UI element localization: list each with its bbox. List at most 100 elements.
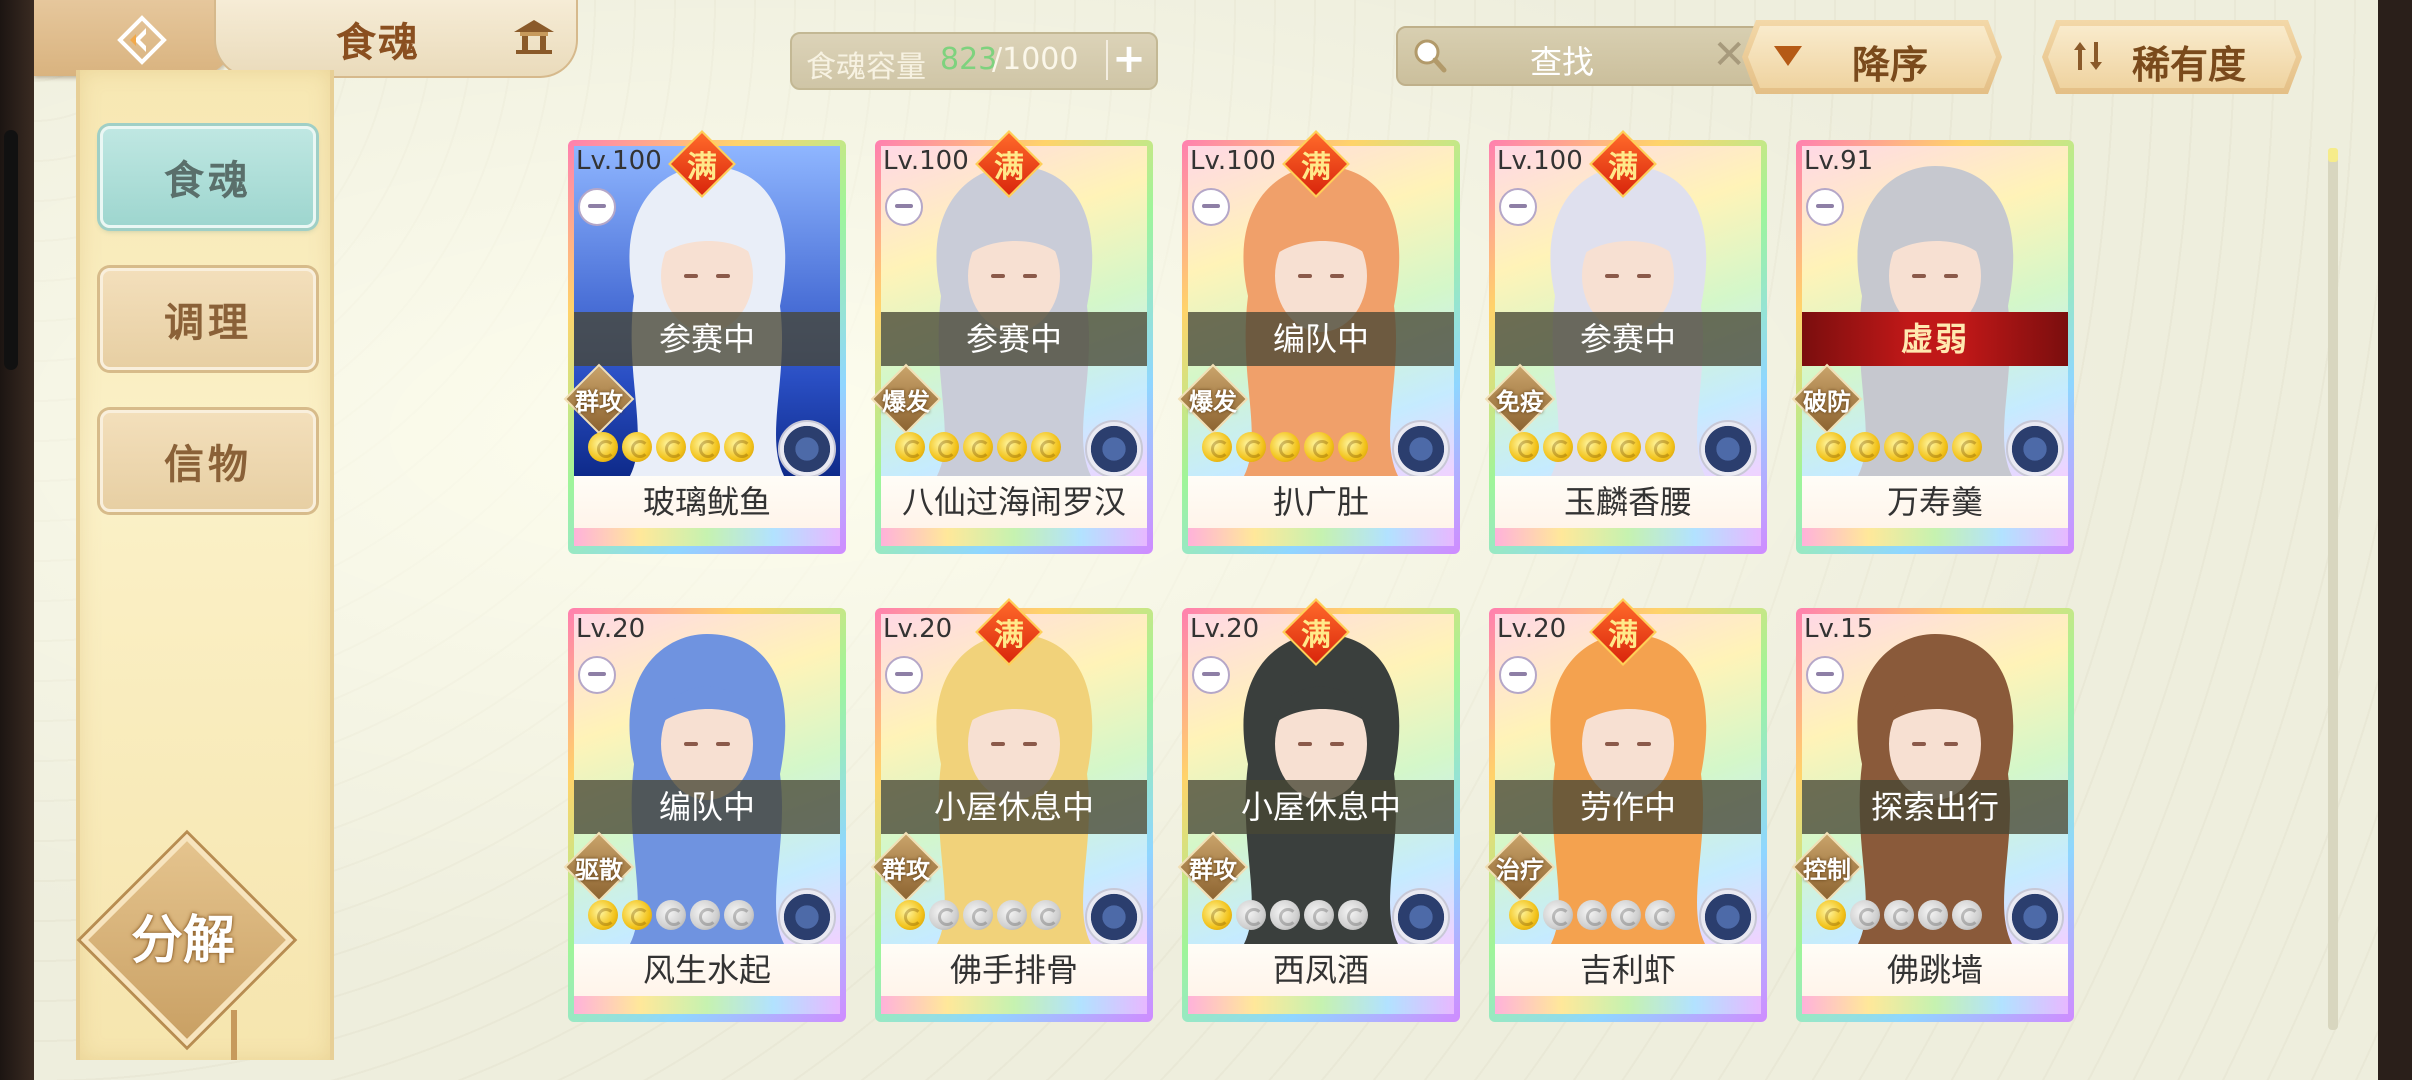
card-level: Lv.100 [576,146,662,176]
card-rarity-strip [881,996,1147,1014]
food-soul-card[interactable]: Lv.100 满参赛中 群攻 玻璃鱿鱼 [563,130,846,554]
capacity-current: 823 [940,42,998,77]
tab-food-souls[interactable]: 食魂 [100,126,316,228]
star-rating [1202,432,1368,466]
role-badge: 群攻 [563,363,635,435]
sort-order-button[interactable]: 降序 [1742,20,2002,94]
star-icon [1816,432,1846,462]
card-level: Lv.91 [1804,146,1874,176]
max-badge-label: 满 [687,150,717,185]
role-badge: 控制 [1791,831,1863,903]
role-badge: 驱散 [563,831,635,903]
card-status: 劳作中 [1495,780,1761,834]
card-rarity-strip [1802,528,2068,546]
app-screen: 食魂 食魂容量 823 /1000 + 查找 ✕ 降序 稀有度 食魂 调理 信物… [34,0,2378,1080]
bowl-icon [1192,188,1230,226]
home-pavilion-icon[interactable] [512,18,556,56]
role-label: 治疗 [1496,856,1544,884]
star-icon [1611,432,1641,462]
role-label: 群攻 [882,856,930,884]
back-arrow-icon [117,15,167,65]
star-icon [1509,900,1539,930]
star-icon [622,900,652,930]
role-label: 免疫 [1496,388,1544,416]
card-rarity-strip [881,528,1147,546]
card-status: 编队中 [574,780,840,834]
star-icon [1645,900,1675,930]
element-emblem-icon [1085,888,1143,946]
expand-capacity-button[interactable]: + [1106,39,1150,80]
food-soul-card[interactable]: Lv.91 虚弱 破防 万寿羹 [1791,140,2074,554]
star-icon [1577,900,1607,930]
device-notch [4,130,18,370]
tab-tokens[interactable]: 信物 [100,410,316,512]
element-emblem-icon [778,888,836,946]
card-name: 八仙过海闹罗汉 [881,476,1147,528]
star-icon [1304,432,1334,462]
star-icon [1338,900,1368,930]
card-rarity-strip [1802,996,2068,1014]
food-soul-card[interactable]: Lv.100 满参赛中 免疫 玉麟香腰 [1484,130,1767,554]
role-label: 控制 [1803,856,1851,884]
star-icon [1031,900,1061,930]
star-icon [963,432,993,462]
bowl-icon [885,656,923,694]
food-soul-card[interactable]: Lv.100 满编队中 爆发 扒广肚 [1177,130,1460,554]
back-button[interactable] [34,0,234,76]
card-name: 西凤酒 [1188,944,1454,996]
capacity-max: /1000 [992,42,1079,77]
role-badge: 破防 [1791,363,1863,435]
card-level: Lv.15 [1804,614,1874,644]
food-soul-card[interactable]: Lv.15 探索出行控制佛跳墙 [1791,608,2074,1022]
bowl-icon [578,188,616,226]
star-icon [1850,432,1880,462]
card-status: 参赛中 [1495,312,1761,366]
scrollbar-thumb[interactable] [2328,148,2338,162]
search-field[interactable]: 查找 ✕ [1396,26,1762,86]
card-status: 小屋休息中 [881,780,1147,834]
max-badge-label: 满 [1608,618,1638,653]
star-icon [690,900,720,930]
role-badge: 爆发 [1177,363,1249,435]
decompose-label: 分解 [130,911,235,971]
food-soul-card[interactable]: Lv.20 满小屋休息中 群攻 佛手排骨 [870,598,1153,1022]
card-name: 佛跳墙 [1802,944,2068,996]
star-icon [1884,432,1914,462]
bowl-icon [1499,656,1537,694]
card-name: 吉利虾 [1495,944,1761,996]
star-icon [1918,432,1948,462]
role-badge: 群攻 [1177,831,1249,903]
card-rarity-strip [574,996,840,1014]
star-icon [997,432,1027,462]
clear-search-icon[interactable]: ✕ [1712,32,1746,78]
food-soul-card[interactable]: Lv.20 满小屋休息中 群攻 西凤酒 [1177,598,1460,1022]
star-icon [895,900,925,930]
sort-by-button[interactable]: 稀有度 [2042,20,2302,94]
star-icon [1611,900,1641,930]
element-emblem-icon [1392,420,1450,478]
tab-conditioning[interactable]: 调理 [100,268,316,370]
star-icon [1304,900,1334,930]
star-icon [656,432,686,462]
star-rating [1509,432,1675,466]
card-status: 编队中 [1188,312,1454,366]
star-icon [1202,900,1232,930]
star-icon [1338,432,1368,462]
star-icon [1577,432,1607,462]
star-icon [1918,900,1948,930]
role-label: 爆发 [882,388,930,416]
food-soul-card[interactable]: Lv.100 满参赛中 爆发 八仙过海闹罗汉 [870,130,1153,554]
element-emblem-icon [1085,420,1143,478]
card-name: 扒广肚 [1188,476,1454,528]
card-rarity-strip [1188,996,1454,1014]
card-rarity-strip [1495,996,1761,1014]
card-status: 探索出行 [1802,780,2068,834]
card-level: Lv.20 [1190,614,1260,644]
food-soul-card[interactable]: Lv.20 编队中 驱散 风生水起 [563,608,846,1022]
title-banner: 食魂 [214,0,578,78]
food-soul-card[interactable]: Lv.20 满劳作中 治疗 吉利虾 [1484,598,1767,1022]
scrollbar[interactable] [2328,148,2338,1030]
star-icon [1884,900,1914,930]
role-label: 爆发 [1189,388,1237,416]
star-icon [1645,432,1675,462]
